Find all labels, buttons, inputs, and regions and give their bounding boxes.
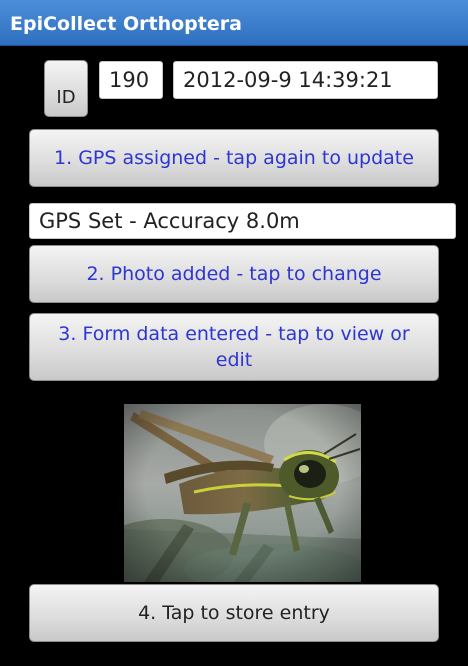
id-label: ID [56, 87, 76, 108]
id-value: 190 [109, 68, 150, 92]
app-screen: EpiCollect Orthoptera ID 190 2012-09-9 1… [0, 0, 468, 666]
grasshopper-photo [124, 404, 361, 582]
store-entry-button[interactable]: 4. Tap to store entry [29, 584, 439, 642]
timestamp-value: 2012-09-9 14:39:21 [183, 68, 393, 92]
photo-button-label: 2. Photo added - tap to change [86, 263, 382, 285]
timestamp-field[interactable]: 2012-09-9 14:39:21 [173, 61, 438, 99]
gps-button-label: 1. GPS assigned - tap again to update [54, 147, 414, 169]
form-button[interactable]: 3. Form data entered - tap to view or ed… [29, 313, 439, 381]
id-value-field[interactable]: 190 [99, 61, 163, 99]
store-entry-label: 4. Tap to store entry [138, 602, 330, 624]
gps-status-text: GPS Set - Accuracy 8.0m [39, 209, 300, 233]
title-bar: EpiCollect Orthoptera [0, 0, 468, 46]
form-button-label: 3. Form data entered - tap to view or ed… [58, 323, 410, 371]
gps-status-field[interactable]: GPS Set - Accuracy 8.0m [29, 203, 456, 239]
id-button[interactable]: ID [44, 60, 88, 117]
photo-button[interactable]: 2. Photo added - tap to change [29, 245, 439, 303]
app-title: EpiCollect Orthoptera [10, 13, 242, 35]
gps-button[interactable]: 1. GPS assigned - tap again to update [29, 129, 439, 187]
